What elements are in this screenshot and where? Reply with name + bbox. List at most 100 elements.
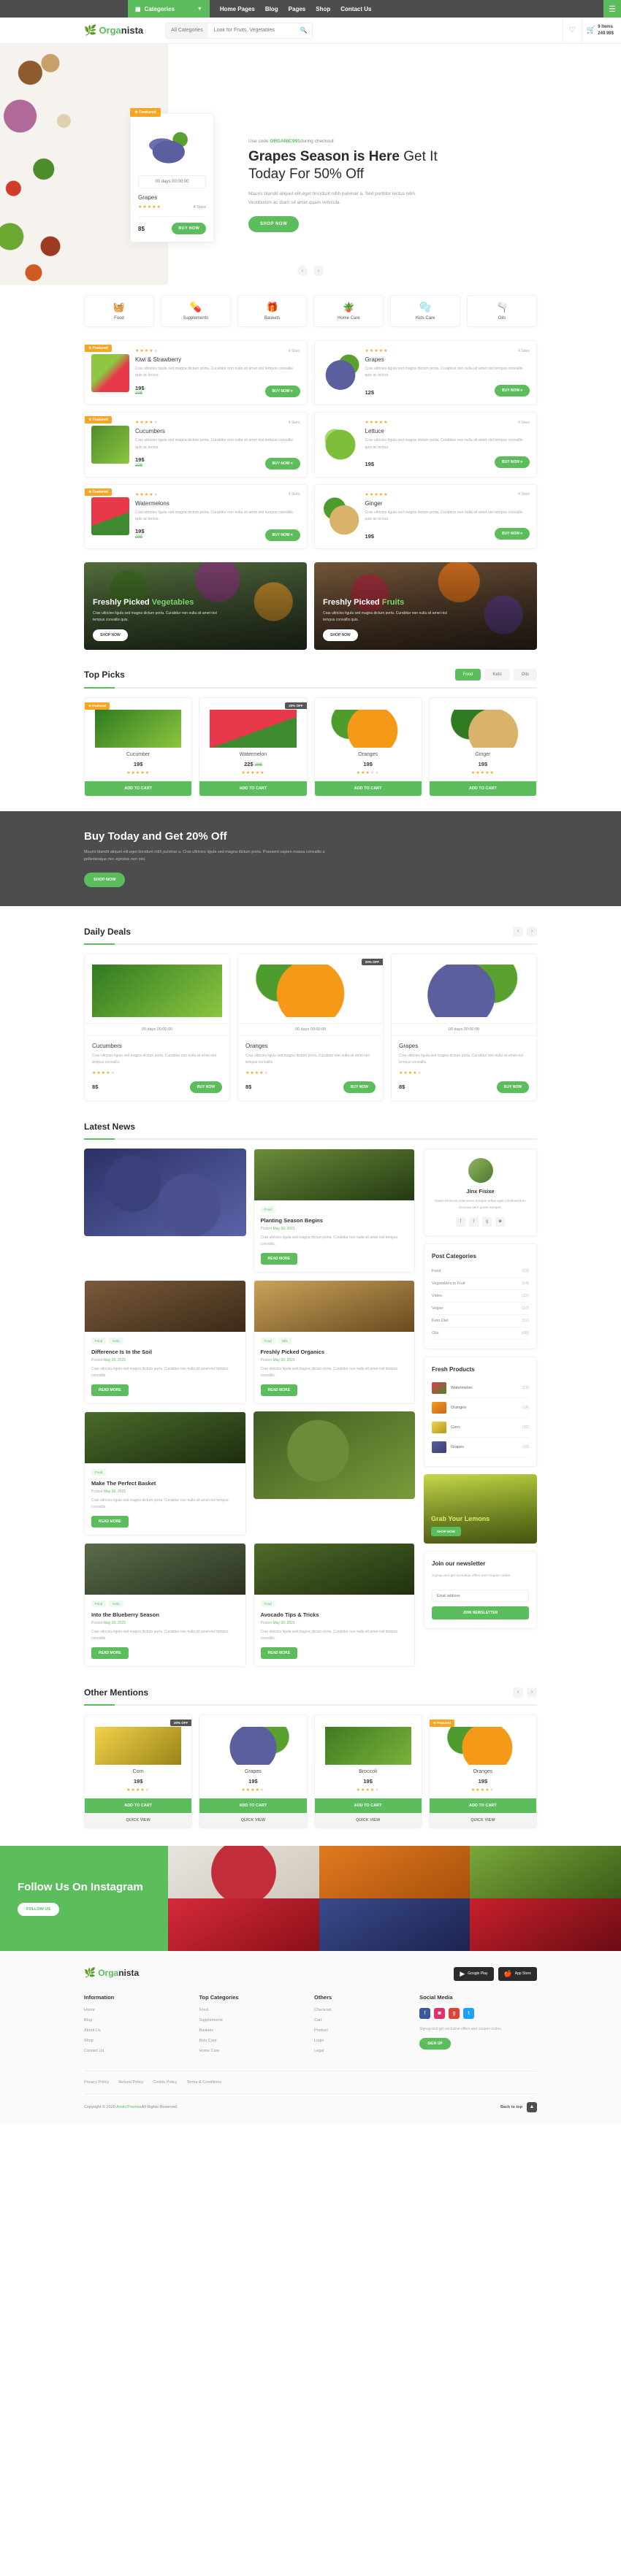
product-card[interactable]: ★★★★★ 4 Stars Ginger Cras ultricies ligul…	[313, 483, 537, 549]
cart-widget[interactable]: 🛒 9 Items 249.99$	[581, 17, 621, 44]
add-to-cart-button[interactable]: ADD TO CART	[429, 1798, 536, 1813]
instagram-icon[interactable]: ◙	[495, 1216, 505, 1227]
site-logo[interactable]: 🌿 Organista	[84, 24, 143, 37]
category-list-item[interactable]: Vegetables in Fruit (14)	[432, 1278, 529, 1290]
add-to-cart-button[interactable]: ADD TO CART	[429, 781, 536, 796]
news-image-card[interactable]	[84, 1148, 246, 1273]
product-card[interactable]: 20% OFF Watermelon 22$ 29$ ★★★★★ ADD TO …	[199, 697, 308, 797]
instagram-icon[interactable]: ◙	[434, 2007, 446, 2019]
follow-us-button[interactable]: FOLLOW US	[18, 1903, 59, 1917]
product-card[interactable]: ★ Featured ★★★★★ 4 Stars Kiwi & Strawberr…	[84, 340, 308, 406]
footer-link[interactable]: Login	[314, 2039, 412, 2043]
news-card[interactable]: Food Keto Difference Is In the Soil Poste…	[84, 1279, 246, 1404]
product-card[interactable]: Oranges 19$ ★★★★★ ADD TO CART	[313, 697, 422, 797]
news-tag[interactable]: Food	[91, 1600, 107, 1607]
add-to-cart-button[interactable]: ADD TO CART	[199, 1798, 307, 1813]
heart-icon[interactable]: ♡	[562, 17, 582, 44]
fresh-product-row[interactable]: Watermelon (23)	[432, 1379, 529, 1398]
footer-link[interactable]: Baskets	[199, 2028, 308, 2033]
product-card[interactable]: ★ Featured Oranges 19$ ★★★★★ ADD TO CART…	[428, 1714, 537, 1828]
product-card[interactable]: ★ Featured ★★★★★ 4 Stars Cucumbers Cras u…	[84, 412, 308, 478]
nav-pages[interactable]: Pages	[289, 6, 306, 12]
hero-buy-now-button[interactable]: BUY NOW	[172, 223, 206, 234]
buy-now-button[interactable]: BUY NOW ▾	[495, 384, 530, 396]
instagram-tile[interactable]	[168, 1898, 319, 1951]
categories-dropdown[interactable]: ▦ Categories ▼	[128, 0, 210, 18]
tab-food[interactable]: Food	[454, 668, 481, 681]
newsletter-email-input[interactable]	[432, 1590, 529, 1602]
product-card[interactable]: ★★★★★ 4 Stars Grapes Cras ultricies ligul…	[313, 340, 537, 406]
product-card[interactable]: Grapes 19$ ★★★★★ ADD TO CART QUICK VIEW	[199, 1714, 308, 1828]
read-more-button[interactable]: READ MORE	[91, 1647, 129, 1659]
chevron-right-icon[interactable]: ›	[313, 266, 324, 276]
news-date[interactable]: May 30, 2021	[273, 1227, 294, 1231]
search-input[interactable]	[207, 28, 296, 33]
promo-shop-now-button[interactable]: SHOP NOW	[323, 629, 358, 641]
add-to-cart-button[interactable]: ADD TO CART	[199, 781, 307, 796]
news-date[interactable]: May 30, 2021	[104, 1490, 126, 1494]
read-more-button[interactable]: READ MORE	[260, 1647, 298, 1659]
fresh-product-row[interactable]: Oranges (14)	[432, 1398, 529, 1418]
instagram-tile[interactable]	[470, 1898, 621, 1951]
chevron-left-icon[interactable]: ‹	[297, 266, 308, 276]
facebook-icon[interactable]: f	[456, 1216, 465, 1227]
news-card[interactable]: Food Make The Perfect Basket Posted May …	[84, 1411, 246, 1536]
policy-refund[interactable]: Refund Policy	[118, 2080, 143, 2085]
add-to-cart-button[interactable]: ADD TO CART	[85, 1798, 192, 1813]
news-card[interactable]: Food Avocado Tips & Tricks Posted May 30…	[253, 1542, 415, 1667]
read-more-button[interactable]: READ MORE	[91, 1515, 129, 1527]
news-date[interactable]: May 30, 2021	[273, 1358, 294, 1362]
buy-now-button[interactable]: BUY NOW	[189, 1081, 222, 1093]
product-card[interactable]: Broccoli 19$ ★★★★★ ADD TO CART QUICK VIE…	[313, 1714, 422, 1828]
product-card[interactable]: 20% OFF Corn 19$ ★★★★★ ADD TO CART QUICK…	[84, 1714, 193, 1828]
fresh-product-row[interactable]: Grapes (10)	[432, 1438, 529, 1457]
chevron-right-icon[interactable]: ›	[527, 926, 537, 937]
read-more-button[interactable]: READ MORE	[260, 1384, 298, 1396]
news-card[interactable]: Food Keto Into the Blueberry Season Poste…	[84, 1542, 246, 1667]
footer-link[interactable]: Kids Care	[199, 2039, 308, 2043]
hamburger-icon[interactable]: ☰	[603, 0, 621, 18]
news-date[interactable]: May 30, 2021	[273, 1621, 294, 1625]
news-date[interactable]: May 30, 2021	[104, 1358, 126, 1362]
category-list-item[interactable]: Food (23)	[432, 1265, 529, 1278]
quick-view-button[interactable]: QUICK VIEW	[85, 1812, 192, 1828]
google-icon[interactable]: g	[449, 2007, 460, 2019]
chevron-up-icon[interactable]: ▲	[527, 2101, 537, 2112]
nav-contact-us[interactable]: Contact Us	[340, 6, 371, 12]
category-tile-kids-care[interactable]: 🫧 Kids Care	[390, 295, 461, 327]
category-list-item[interactable]: Video (32)	[432, 1290, 529, 1303]
category-tile-home-care[interactable]: 🪴 Home Care	[313, 295, 384, 327]
deal-card[interactable]: 00 days 00:00:00 Cucumbers Cras ultricie…	[84, 953, 230, 1101]
add-to-cart-button[interactable]: ADD TO CART	[314, 1798, 422, 1813]
read-more-button[interactable]: READ MORE	[91, 1384, 129, 1396]
news-tag[interactable]: Food	[91, 1337, 107, 1344]
buy-now-button[interactable]: BUY NOW	[343, 1081, 376, 1093]
news-image-card[interactable]	[253, 1411, 415, 1536]
category-list-item[interactable]: Keto Diet (12)	[432, 1315, 529, 1327]
promo-banner[interactable]: Freshly Picked Vegetables Cras ultricies…	[84, 561, 307, 650]
chevron-right-icon[interactable]: ›	[527, 1687, 537, 1698]
nav-home-pages[interactable]: Home Pages	[220, 6, 255, 12]
footer-link[interactable]: Checkout	[314, 2008, 412, 2012]
news-tag[interactable]: Food	[260, 1337, 275, 1344]
google-icon[interactable]: g	[482, 1216, 492, 1227]
news-tag[interactable]: Food	[91, 1468, 107, 1476]
policy-terms[interactable]: Terms & Conditions	[187, 2080, 222, 2085]
policy-cookie[interactable]: Cookie Policy	[153, 2080, 177, 2085]
news-tag[interactable]: Keto	[109, 1600, 123, 1607]
search-category-select[interactable]: All Categories	[166, 23, 208, 38]
news-tag[interactable]: Keto	[109, 1337, 123, 1344]
footer-link[interactable]: Cart	[314, 2018, 412, 2023]
news-tag[interactable]: Food	[260, 1600, 275, 1607]
deal-card[interactable]: 00 days 00:00:00 Grapes Cras ultricies l…	[391, 953, 537, 1101]
instagram-tile[interactable]	[319, 1845, 470, 1898]
read-more-button[interactable]: READ MORE	[260, 1252, 298, 1265]
join-newsletter-button[interactable]: JOIN NEWSLETTER	[432, 1606, 529, 1619]
lemon-promo-card[interactable]: Grab Your Lemons SHOP NOW	[424, 1473, 537, 1544]
footer-link[interactable]: Legal	[314, 2049, 412, 2053]
footer-logo[interactable]: 🌿 Organista	[84, 1967, 139, 1979]
category-tile-food[interactable]: 🧺 Food	[84, 295, 154, 327]
lemon-shop-now-button[interactable]: SHOP NOW	[431, 1526, 461, 1536]
product-card[interactable]: ★ Featured Cucumber 19$ ★★★★★ ADD TO CAR…	[84, 697, 193, 797]
news-card[interactable]: Food Oils Freshly Picked Organics Posted …	[253, 1279, 415, 1404]
